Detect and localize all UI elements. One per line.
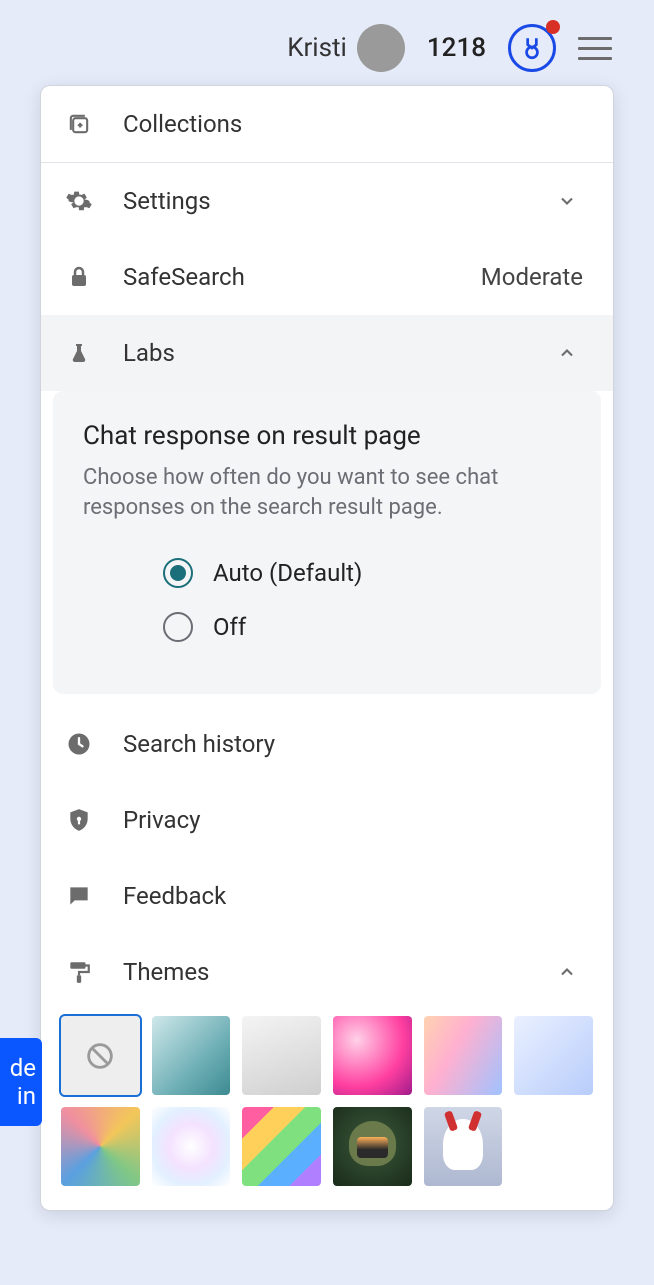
radio-label: Auto (Default) — [213, 559, 362, 587]
chevron-down-icon — [551, 185, 583, 217]
radio-icon — [163, 612, 193, 642]
menu-label: SafeSearch — [123, 263, 481, 291]
top-bar: Kristi 1218 — [0, 0, 654, 72]
radio-option-auto[interactable]: Auto (Default) — [83, 546, 571, 600]
menu-item-settings[interactable]: Settings — [41, 163, 613, 239]
theme-tile[interactable] — [424, 1016, 503, 1095]
user-block[interactable]: Kristi — [287, 24, 405, 72]
theme-tile[interactable] — [61, 1107, 140, 1186]
theme-tile[interactable] — [424, 1107, 503, 1186]
menu-item-labs[interactable]: Labs — [41, 315, 613, 391]
menu-label: Feedback — [123, 882, 583, 910]
menu-item-collections[interactable]: Collections — [41, 86, 613, 163]
avatar[interactable] — [357, 24, 405, 72]
radio-option-off[interactable]: Off — [83, 600, 571, 654]
radio-icon — [163, 558, 193, 588]
menu-label: Collections — [123, 110, 583, 138]
settings-panel: Collections Settings SafeSearch Moderate — [40, 85, 614, 1211]
chat-icon — [63, 880, 95, 912]
username: Kristi — [287, 33, 347, 63]
theme-tile[interactable] — [242, 1107, 321, 1186]
menu-item-feedback[interactable]: Feedback — [41, 858, 613, 934]
labs-title: Chat response on result page — [83, 421, 571, 451]
labs-description: Choose how often do you want to see chat… — [83, 463, 571, 522]
theme-tile[interactable] — [333, 1016, 412, 1095]
chevron-up-icon — [551, 956, 583, 988]
labs-panel: Chat response on result page Choose how … — [53, 391, 601, 694]
collections-icon — [63, 108, 95, 140]
floating-side-button[interactable]: de in — [0, 1038, 42, 1126]
theme-tile[interactable] — [152, 1107, 231, 1186]
shield-icon — [63, 804, 95, 836]
radio-label: Off — [213, 613, 246, 641]
menu-label: Privacy — [123, 806, 583, 834]
menu-label: Themes — [123, 958, 551, 986]
gear-icon — [63, 185, 95, 217]
theme-tile[interactable] — [333, 1107, 412, 1186]
hamburger-menu-button[interactable] — [578, 37, 612, 60]
chevron-up-icon — [551, 337, 583, 369]
theme-tile[interactable] — [242, 1016, 321, 1095]
menu-item-safesearch[interactable]: SafeSearch Moderate — [41, 239, 613, 315]
rewards-button[interactable] — [508, 24, 556, 72]
points-count[interactable]: 1218 — [427, 33, 486, 63]
flask-icon — [63, 337, 95, 369]
menu-item-search-history[interactable]: Search history — [41, 706, 613, 782]
menu-label: Search history — [123, 730, 583, 758]
notification-dot — [546, 20, 560, 34]
menu-label: Settings — [123, 187, 551, 215]
theme-tile[interactable] — [152, 1016, 231, 1095]
paint-roller-icon — [63, 956, 95, 988]
themes-grid — [41, 1010, 613, 1185]
lock-icon — [63, 261, 95, 293]
menu-item-privacy[interactable]: Privacy — [41, 782, 613, 858]
floating-text: de in — [10, 1054, 36, 1110]
safesearch-value: Moderate — [481, 263, 583, 291]
menu-label: Labs — [123, 339, 551, 367]
theme-tile-none[interactable] — [61, 1016, 140, 1095]
theme-tile[interactable] — [514, 1016, 593, 1095]
clock-icon — [63, 728, 95, 760]
menu-item-themes[interactable]: Themes — [41, 934, 613, 1010]
